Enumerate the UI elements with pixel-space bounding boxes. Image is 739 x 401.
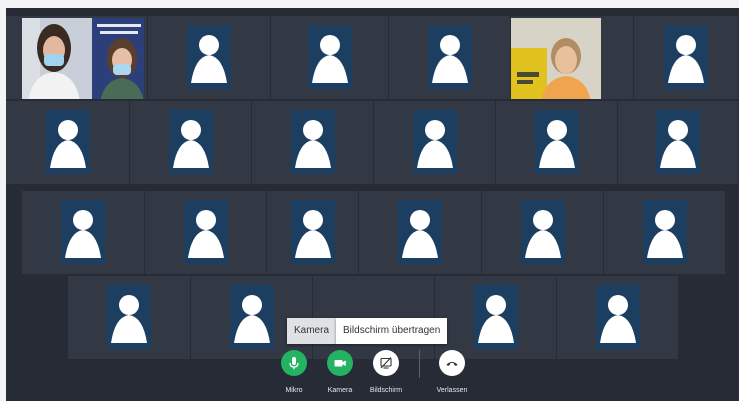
participant-row-2 bbox=[6, 101, 739, 186]
participant-tile[interactable] bbox=[557, 276, 679, 360]
participant-tile-video[interactable] bbox=[511, 16, 634, 100]
person-avatar-icon bbox=[412, 109, 457, 174]
participant-tile[interactable] bbox=[148, 16, 271, 100]
person-avatar-icon bbox=[656, 109, 700, 174]
person-avatar-icon bbox=[520, 199, 565, 264]
person-avatar-icon bbox=[427, 24, 472, 89]
person-avatar-icon bbox=[398, 199, 442, 264]
person-avatar-icon bbox=[307, 24, 352, 89]
person-avatar-icon bbox=[61, 199, 105, 264]
control-tooltips: Kamera Bildschirm übertragen bbox=[287, 318, 448, 344]
participant-row-1 bbox=[6, 16, 739, 101]
participant-tile[interactable] bbox=[22, 191, 145, 275]
participant-tile[interactable] bbox=[359, 191, 482, 275]
participant-tile[interactable] bbox=[389, 16, 511, 100]
person-avatar-icon bbox=[183, 199, 228, 264]
leave-button[interactable] bbox=[439, 350, 465, 376]
participant-video-woman-yellow bbox=[511, 18, 601, 99]
hang-up-icon bbox=[446, 362, 458, 366]
screen-share-label: Bildschirm bbox=[369, 387, 403, 394]
person-avatar-icon bbox=[45, 109, 90, 174]
participant-tile[interactable] bbox=[435, 276, 557, 360]
participant-tile[interactable] bbox=[68, 276, 191, 360]
mic-icon bbox=[289, 357, 299, 370]
tooltip-kamera: Kamera bbox=[287, 318, 337, 344]
participant-row-3 bbox=[6, 191, 739, 276]
mic-button[interactable] bbox=[281, 350, 307, 376]
participant-tile[interactable] bbox=[374, 101, 496, 185]
person-avatar-icon bbox=[187, 24, 231, 89]
participant-tile[interactable] bbox=[482, 191, 604, 275]
participant-video-two-women bbox=[22, 18, 144, 99]
tooltip-screen-share: Bildschirm übertragen bbox=[336, 318, 448, 344]
participant-tile-video[interactable] bbox=[6, 16, 148, 100]
person-avatar-icon bbox=[534, 109, 579, 174]
participant-tile[interactable] bbox=[6, 101, 130, 185]
screen-share-button[interactable] bbox=[373, 350, 399, 376]
participant-tile[interactable] bbox=[271, 16, 389, 100]
video-camera-icon bbox=[334, 360, 346, 367]
participant-tile[interactable] bbox=[130, 101, 252, 185]
participant-tile[interactable] bbox=[634, 16, 739, 100]
person-avatar-icon bbox=[290, 199, 335, 264]
person-avatar-icon bbox=[595, 284, 640, 349]
leave-label: Verlassen bbox=[436, 387, 468, 394]
person-avatar-icon bbox=[107, 284, 151, 349]
control-divider bbox=[419, 350, 420, 378]
screen-share-off-icon bbox=[380, 357, 392, 369]
person-avatar-icon bbox=[168, 109, 213, 174]
participant-tile[interactable] bbox=[496, 101, 618, 185]
participant-tile[interactable] bbox=[618, 101, 739, 185]
participant-tile[interactable] bbox=[252, 101, 374, 185]
participant-tile[interactable] bbox=[267, 191, 359, 275]
person-avatar-icon bbox=[290, 109, 335, 174]
camera-button[interactable] bbox=[327, 350, 353, 376]
person-avatar-icon bbox=[229, 284, 274, 349]
person-avatar-icon bbox=[664, 24, 708, 89]
person-avatar-icon bbox=[473, 284, 518, 349]
participant-tile[interactable] bbox=[145, 191, 267, 275]
person-avatar-icon bbox=[642, 199, 687, 264]
participant-tile[interactable] bbox=[604, 191, 726, 275]
